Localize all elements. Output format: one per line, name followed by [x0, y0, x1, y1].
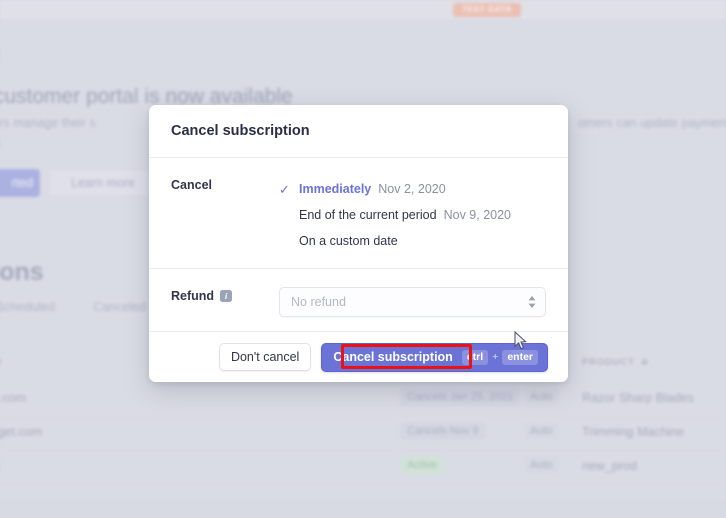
option-end-of-period[interactable]: End of the current period Nov 9, 2020 — [279, 202, 546, 228]
dialog-body: Cancel ✓ Immediately Nov 2, 2020 End of … — [149, 158, 568, 331]
cancel-label-text: Cancel — [171, 178, 212, 192]
cancel-subscription-button[interactable]: Cancel subscription ctrl + enter — [321, 343, 548, 372]
cancel-subscription-dialog: Cancel subscription Cancel ✓ Immediately… — [149, 105, 568, 382]
cancel-field-group: Cancel ✓ Immediately Nov 2, 2020 End of … — [149, 158, 568, 268]
refund-field-group: Refund i No refund — [149, 268, 568, 331]
dialog-header: Cancel subscription — [149, 105, 568, 158]
option-custom-date-label: On a custom date — [299, 234, 398, 248]
option-immediately-label: Immediately — [299, 182, 372, 196]
refund-select[interactable]: No refund — [279, 287, 546, 317]
option-end-of-period-date: Nov 9, 2020 — [443, 208, 512, 222]
option-immediately-date: Nov 2, 2020 — [378, 182, 446, 196]
cancel-subscription-button-label: Cancel subscription — [333, 350, 453, 365]
kbd-ctrl: ctrl — [461, 350, 489, 365]
cancel-field-label: Cancel — [171, 176, 279, 254]
chevron-updown-icon — [528, 296, 536, 308]
kbd-enter: enter — [502, 350, 538, 365]
kbd-plus: + — [492, 351, 499, 364]
info-icon[interactable]: i — [220, 290, 233, 302]
keyboard-shortcut-hint: ctrl + enter — [461, 350, 538, 365]
cancel-options-list: ✓ Immediately Nov 2, 2020 End of the cur… — [279, 176, 546, 254]
refund-select-value: No refund — [291, 295, 346, 309]
refund-select-wrapper: No refund — [279, 287, 546, 317]
option-immediately[interactable]: ✓ Immediately Nov 2, 2020 — [279, 176, 546, 202]
option-custom-date[interactable]: On a custom date — [279, 228, 546, 254]
check-icon: ✓ — [279, 181, 290, 197]
option-end-of-period-label: End of the current period — [299, 208, 437, 222]
dialog-footer: Don't cancel Cancel subscription ctrl + … — [149, 331, 568, 382]
dont-cancel-button[interactable]: Don't cancel — [218, 343, 312, 372]
refund-label-text: Refund — [171, 289, 215, 303]
refund-field-label: Refund i — [171, 287, 279, 317]
dialog-title: Cancel subscription — [171, 123, 310, 139]
